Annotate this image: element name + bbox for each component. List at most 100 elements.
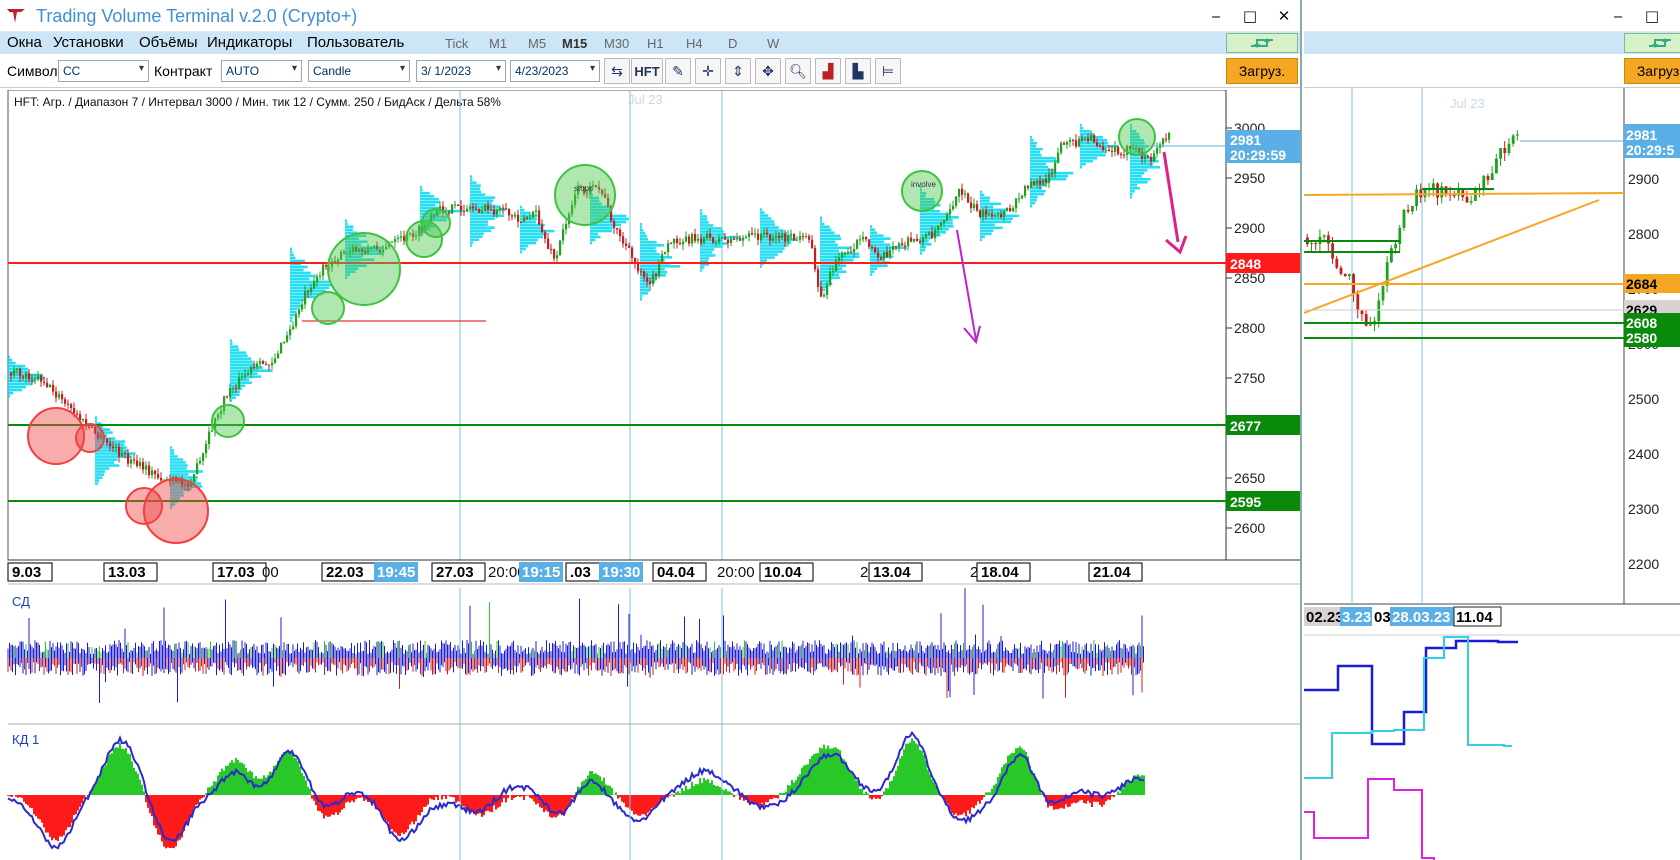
profile-bar [290,253,294,257]
date-from-picker[interactable]: 3/ 1/2023 ▾ [416,60,506,82]
tf-tick[interactable]: Tick [445,36,468,51]
candle-body [670,243,673,245]
hft-button[interactable]: HFT [631,58,663,84]
candle-body [520,221,523,223]
x-axis-label: 04.04 [657,564,695,581]
candle-body [562,229,565,241]
profile-bar [700,227,722,230]
tf-m15[interactable]: M15 [562,36,587,51]
profile-bar [290,259,305,263]
candle-body [202,453,205,461]
profile-bar [820,249,839,253]
crosshair-button[interactable]: ✛ [695,58,721,84]
move-button[interactable]: ✥ [755,58,781,84]
candle-body [37,375,40,380]
minimize-button[interactable]: ‒ [1600,4,1636,28]
profile-bar [345,219,347,223]
profile-bar [520,226,543,230]
candle-body [565,223,568,230]
sync-arrows-button[interactable] [1624,33,1680,53]
candle-body [883,252,886,260]
tf-h4[interactable]: H4 [686,36,703,51]
tf-d[interactable]: D [728,36,737,51]
candle-body [205,444,208,454]
minimize-button[interactable]: ‒ [1198,4,1234,28]
sync-arrows-button[interactable] [1226,33,1298,53]
chart-type-select[interactable]: Candle ▾ [308,60,410,82]
candle-body [259,361,262,364]
candle-body [715,242,718,244]
candle-body [922,237,925,243]
profile-bar [920,222,953,225]
candle-body [850,251,853,253]
candle-body [817,269,820,287]
symbol-select[interactable]: CC ▾ [58,60,149,82]
range-button[interactable]: ⊨ [875,58,901,84]
profile-bar [820,231,835,235]
split-profile-button[interactable]: ▙ [845,58,871,84]
date-to-picker[interactable]: 4/23/2023 ▾ [510,60,600,82]
candle-body [532,211,535,218]
profile-chart-button[interactable]: ▟ [815,58,841,84]
fit-vertical-button[interactable]: ⇕ [725,58,751,84]
close-button[interactable]: ✕ [1266,4,1300,28]
daily-chart[interactable]: Jul 23 29002800270026002500240023002200 … [1304,88,1680,860]
candle-body [553,249,556,259]
profile-bar [520,232,547,236]
profile-bar [170,464,188,467]
candle-body [937,225,940,231]
candle-body [1093,135,1096,143]
candle-body [136,460,139,467]
profile-bar [1130,183,1138,187]
maximize-button[interactable]: □ [1232,4,1268,28]
tf-w[interactable]: W [767,36,779,51]
candle-body [298,309,301,315]
candle-body [1507,143,1511,154]
profile-bar [290,310,296,314]
contract-select[interactable]: AUTO ▾ [221,60,302,82]
candle-body [793,233,796,241]
menu-volumes[interactable]: Объёмы [139,34,198,51]
cluster-delta-panel[interactable]: КД 1 [0,725,1302,860]
maximize-button[interactable]: □ [1634,4,1670,28]
load-button[interactable]: Загруз. [1226,58,1298,84]
profile-bar [1130,168,1148,172]
menu-windows[interactable]: Окна [7,34,42,51]
y-tick-label: 2800 [1234,320,1265,336]
profile-bar [290,316,293,320]
candle-body [1406,209,1410,212]
x-axis-label: 22.03 [326,564,364,581]
candle-body [1120,154,1123,156]
profile-bar [1080,126,1084,130]
menu-user[interactable]: Пользователь [307,34,404,51]
price-chart[interactable]: Jul 23 HFT: Агр. / Диапазон 7 / Интервал… [0,90,1302,587]
candle-body [67,403,70,405]
candle-body [1168,133,1171,140]
cumulative-delta-panel[interactable]: СД [0,588,1302,725]
arrows-swap-button[interactable]: ⇆ [604,58,630,84]
pencil-button[interactable]: ✎ [665,58,691,84]
profile-bar [470,214,505,217]
candle-body [73,407,76,414]
profile-bar [95,419,97,422]
candle-body [529,217,532,219]
tf-m1[interactable]: M1 [489,36,507,51]
candle-body [655,273,658,276]
tf-m30[interactable]: M30 [604,36,629,51]
menu-settings[interactable]: Установки [53,34,124,51]
candle-body [955,196,958,206]
tf-h1[interactable]: H1 [647,36,664,51]
menu-indicators[interactable]: Индикаторы [207,34,292,51]
candle-body [508,208,511,216]
candle-body [517,214,520,222]
zoom-button[interactable]: 🔍︎ [785,58,811,84]
candle-body [1356,294,1360,311]
load-button[interactable]: Загруз. [1624,58,1680,84]
x-axis-label: 27.03 [436,564,474,581]
tf-m5[interactable]: M5 [528,36,546,51]
profile-bar [1080,153,1106,157]
profile-bar [760,250,783,253]
x-axis-label: 13.03 [108,564,146,581]
profile-bar [820,240,836,244]
candle-body [118,446,121,457]
